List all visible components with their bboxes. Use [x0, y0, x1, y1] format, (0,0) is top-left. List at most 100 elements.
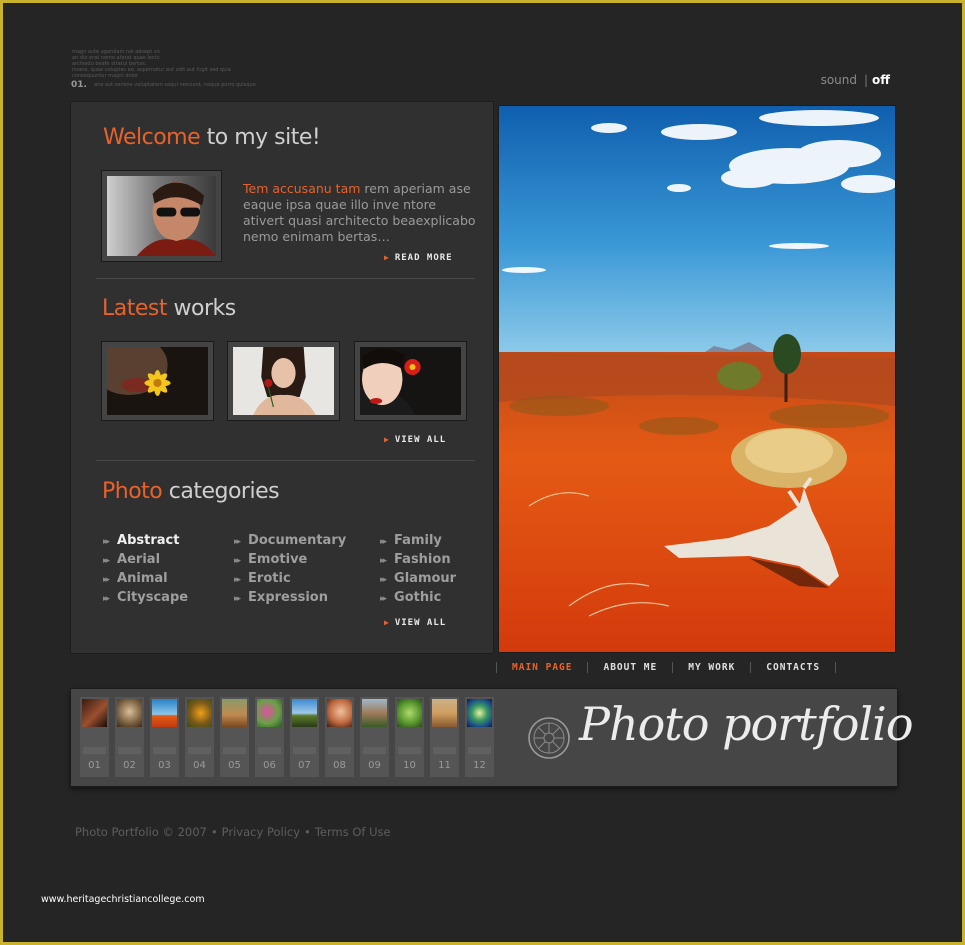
- woman-red-flower-image: [360, 347, 461, 415]
- categories-heading-accent: Photo: [102, 479, 163, 504]
- logo-text: Photo portfolio: [579, 697, 914, 751]
- thumb-image: [432, 699, 457, 727]
- double-arrow-icon: ▸▸: [380, 537, 387, 547]
- thumbnail-04[interactable]: 04: [185, 697, 214, 777]
- category-emotive[interactable]: ▸▸ Emotive: [234, 552, 307, 567]
- category-label: Abstract: [117, 533, 180, 548]
- latest-works-heading: Latest works: [102, 296, 236, 321]
- sound-separator: |: [863, 73, 869, 87]
- double-arrow-icon: ▸▸: [234, 556, 241, 566]
- double-arrow-icon: ▸▸: [103, 556, 110, 566]
- thumb-bar: [433, 747, 456, 754]
- thumbnail-02[interactable]: 02: [115, 697, 144, 777]
- footer-privacy-link[interactable]: Privacy Policy: [222, 825, 300, 839]
- footer-terms-link[interactable]: Terms Of Use: [315, 825, 391, 839]
- category-cityscape[interactable]: ▸▸ Cityscape: [103, 590, 188, 605]
- sound-off-button[interactable]: off: [872, 73, 890, 87]
- nav-my-work[interactable]: MY WORK: [672, 662, 750, 673]
- nav-main-page[interactable]: MAIN PAGE: [496, 662, 587, 673]
- intro-accent: Tem accusanu tam: [243, 181, 361, 196]
- footer: Photo Portfolio © 2007 • Privacy Policy • Te…: [75, 825, 391, 839]
- latest-view-all-label: VIEW ALL: [394, 435, 447, 445]
- category-label: Fashion: [394, 552, 451, 567]
- read-more-label: READ MORE: [394, 253, 453, 263]
- thumbnail-11[interactable]: 11: [430, 697, 459, 777]
- category-label: Emotive: [248, 552, 308, 567]
- latest-work-2[interactable]: [227, 341, 340, 421]
- category-label: Aerial: [117, 552, 161, 567]
- camera-aperture-icon: [528, 717, 570, 759]
- main-nav: MAIN PAGE ABOUT ME MY WORK CONTACTS: [496, 662, 837, 680]
- category-documentary[interactable]: ▸▸ Documentary: [234, 533, 346, 548]
- watermark-text: www.heritagechristiancollege.com: [41, 894, 205, 905]
- double-arrow-icon: ▸▸: [380, 575, 387, 585]
- thumbnail-03[interactable]: 03: [150, 697, 179, 777]
- header-tiny-text: magn aute agendam nei adsept vo an dio e…: [72, 49, 282, 79]
- divider: [96, 460, 475, 461]
- arrow-right-icon: ▶: [384, 435, 390, 444]
- arrow-right-icon: ▶: [384, 253, 390, 262]
- category-gothic[interactable]: ▸▸ Gothic: [380, 590, 441, 605]
- categories-view-all-label: VIEW ALL: [394, 618, 447, 628]
- thumb-number: 05: [228, 760, 241, 771]
- welcome-heading-accent: Welcome: [103, 125, 201, 150]
- latest-heading-accent: Latest: [102, 296, 168, 321]
- latest-view-all-link[interactable]: ▶ VIEW ALL: [384, 435, 446, 445]
- thumbnail-06[interactable]: 06: [255, 697, 284, 777]
- welcome-heading: Welcome to my site!: [103, 125, 321, 150]
- category-abstract[interactable]: ▸▸ Abstract: [103, 533, 179, 548]
- thumb-bar: [83, 747, 106, 754]
- thumb-image: [292, 699, 317, 727]
- double-arrow-icon: ▸▸: [380, 594, 387, 604]
- footer-dot: •: [210, 825, 218, 839]
- thumb-bar: [188, 747, 211, 754]
- category-erotic[interactable]: ▸▸ Erotic: [234, 571, 291, 586]
- sound-label: sound: [820, 73, 857, 87]
- sound-toggle[interactable]: sound | off: [821, 73, 890, 87]
- double-arrow-icon: ▸▸: [103, 594, 110, 604]
- category-fashion[interactable]: ▸▸ Fashion: [380, 552, 451, 567]
- thumb-number: 06: [263, 760, 276, 771]
- thumb-bar: [258, 747, 281, 754]
- thumb-bar: [363, 747, 386, 754]
- category-glamour[interactable]: ▸▸ Glamour: [380, 571, 456, 586]
- category-label: Gothic: [394, 590, 442, 605]
- thumb-image: [222, 699, 247, 727]
- thumb-bar: [398, 747, 421, 754]
- thumbnail-08[interactable]: 08: [325, 697, 354, 777]
- latest-work-1[interactable]: [90, 335, 214, 421]
- category-animal[interactable]: ▸▸ Animal: [103, 571, 168, 586]
- thumbnail-05[interactable]: 05: [220, 697, 249, 777]
- latest-work-3[interactable]: [354, 341, 467, 421]
- thumbnail-strip: 01 02 03 04 05 06 07 08 09 10 11 12 Phot…: [70, 688, 914, 787]
- thumb-image: [327, 699, 352, 727]
- nav-about-me[interactable]: ABOUT ME: [587, 662, 672, 673]
- thumbnail-01[interactable]: 01: [80, 697, 109, 777]
- desert-landscape-image: [499, 106, 895, 652]
- category-label: Glamour: [394, 571, 457, 586]
- header-number-text: ane aut serisne voluptatem sequi nesciun…: [94, 82, 256, 88]
- thumb-image: [257, 699, 282, 727]
- category-expression[interactable]: ▸▸ Expression: [234, 590, 328, 605]
- category-label: Documentary: [248, 533, 347, 548]
- category-aerial[interactable]: ▸▸ Aerial: [103, 552, 160, 567]
- thumb-number: 03: [158, 760, 171, 771]
- double-arrow-icon: ▸▸: [234, 594, 241, 604]
- thumbnail-07[interactable]: 07: [290, 697, 319, 777]
- intro-text: Tem accusanu tam rem aperiam ase eaque i…: [243, 181, 479, 245]
- categories-heading-rest: categories: [162, 479, 280, 504]
- categories-view-all-link[interactable]: ▶ VIEW ALL: [384, 618, 446, 628]
- thumbnail-12[interactable]: 12: [465, 697, 494, 777]
- nav-contacts[interactable]: CONTACTS: [750, 662, 837, 673]
- thumb-image: [467, 699, 492, 727]
- thumb-bar: [223, 747, 246, 754]
- thumb-number: 07: [298, 760, 311, 771]
- man-portrait-image: [107, 176, 216, 256]
- divider: [96, 278, 475, 279]
- thumb-number: 01: [88, 760, 101, 771]
- thumbnail-09[interactable]: 09: [360, 697, 389, 777]
- thumbnail-10[interactable]: 10: [395, 697, 424, 777]
- welcome-photo[interactable]: [101, 170, 222, 262]
- read-more-link[interactable]: ▶ READ MORE: [384, 253, 453, 263]
- category-family[interactable]: ▸▸ Family: [380, 533, 442, 548]
